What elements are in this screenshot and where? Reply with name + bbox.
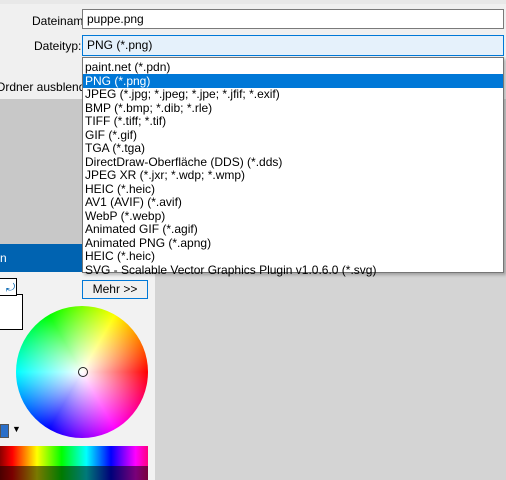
filetype-option[interactable]: GIF (*.gif) [83, 128, 503, 142]
filetype-option[interactable]: WebP (*.webp) [83, 209, 503, 223]
filetype-option[interactable]: BMP (*.bmp; *.dib; *.rle) [83, 101, 503, 115]
filetype-label: Dateityp: [34, 39, 82, 53]
filetype-option[interactable]: PNG (*.png) [83, 73, 503, 88]
colors-window-titlebar[interactable]: n [0, 244, 83, 272]
palette-mode-button[interactable] [0, 424, 9, 438]
filetype-dropdown-list[interactable]: paint.net (*.pdn) PNG (*.png) JPEG (*.jpg;… [82, 57, 504, 277]
filetype-option[interactable]: paint.net (*.pdn) [83, 60, 503, 74]
background-area [0, 99, 83, 244]
filetype-option[interactable]: JPEG XR (*.jxr; *.wdp; *.wmp) [83, 168, 503, 182]
secondary-color-swatch[interactable] [0, 294, 23, 330]
filetype-option[interactable]: DirectDraw-Oberfläche (DDS) (*.dds) [83, 155, 503, 169]
filetype-select[interactable]: PNG (*.png) [82, 35, 504, 56]
chevron-down-icon[interactable]: ▼ [12, 424, 21, 434]
color-palette[interactable] [0, 446, 148, 466]
swap-colors-icon[interactable]: ⤾ [6, 282, 15, 295]
filetype-option[interactable]: HEIC (*.heic) [83, 182, 503, 196]
filetype-option[interactable]: TGA (*.tga) [83, 141, 503, 155]
color-palette-row[interactable] [0, 466, 148, 480]
filetype-option[interactable]: Animated PNG (*.apng) [83, 236, 503, 250]
filetype-option[interactable]: JPEG (*.jpg; *.jpeg; *.jpe; *.jfif; *.ex… [83, 87, 503, 101]
filename-input[interactable]: puppe.png [82, 9, 504, 29]
filetype-option[interactable]: SVG - Scalable Vector Graphics Plugin v1… [83, 263, 503, 277]
filetype-option[interactable]: AV1 (AVIF) (*.avif) [83, 195, 503, 209]
filetype-option[interactable]: TIFF (*.tiff; *.tif) [83, 114, 503, 128]
filetype-option[interactable]: Animated GIF (*.agif) [83, 222, 503, 236]
hide-folders-button[interactable]: Ordner ausblende [0, 80, 92, 94]
more-button[interactable]: Mehr >> [82, 280, 148, 299]
filetype-option[interactable]: HEIC (*.heic) [83, 249, 503, 263]
dialog-top-strip [0, 0, 506, 4]
color-wheel-cursor[interactable] [78, 367, 88, 377]
colors-window-title: n [0, 251, 7, 265]
